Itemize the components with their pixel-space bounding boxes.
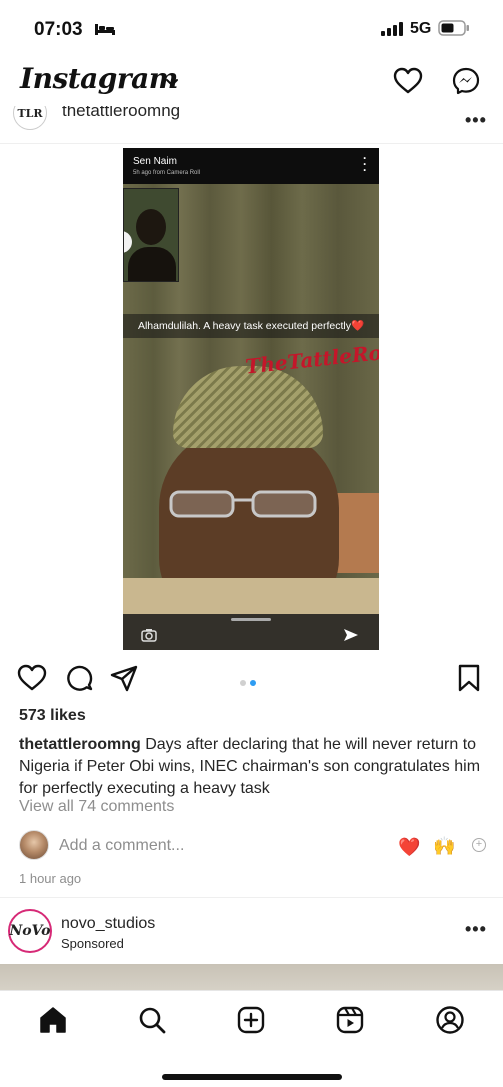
person-glasses bbox=[169, 490, 317, 518]
post-divider bbox=[0, 897, 503, 898]
add-comment-input[interactable]: Add a comment... bbox=[59, 837, 184, 855]
pip-face bbox=[136, 209, 166, 245]
likes-count[interactable]: 573 likes bbox=[19, 707, 86, 725]
sleep-mode-icon bbox=[94, 22, 116, 41]
send-arrow-icon bbox=[343, 628, 359, 647]
quick-reaction-heart[interactable]: ❤️ bbox=[398, 837, 420, 858]
chevron-down-icon[interactable] bbox=[165, 75, 179, 93]
more-options-icon[interactable]: ••• bbox=[465, 110, 487, 131]
user-avatar bbox=[19, 830, 49, 860]
post-media[interactable]: Sen Naim 5h ago from Camera Roll · · · Alh… bbox=[0, 144, 503, 652]
post-header: TLR thetattleroomng ••• bbox=[0, 106, 503, 144]
more-options-icon[interactable]: ••• bbox=[465, 919, 487, 940]
instagram-logo[interactable]: Instagram bbox=[20, 62, 178, 95]
signal-strength-icon bbox=[381, 22, 405, 41]
sponsored-label: Sponsored bbox=[61, 936, 124, 951]
sponsor-avatar[interactable]: NoVo bbox=[8, 909, 52, 953]
reels-icon[interactable] bbox=[335, 1005, 365, 1035]
screenshot-bottom-bar bbox=[123, 614, 379, 650]
home-icon[interactable] bbox=[38, 1005, 68, 1035]
post-timestamp: 1 hour ago bbox=[19, 871, 82, 886]
home-indicator bbox=[162, 1074, 342, 1080]
comment-bubble-icon[interactable] bbox=[65, 664, 93, 697]
profile-icon[interactable] bbox=[435, 1005, 465, 1035]
post-actions bbox=[0, 660, 503, 700]
add-comment-row: Add a comment... ❤️ 🙌 + bbox=[0, 828, 503, 864]
avatar-text: TLR bbox=[17, 106, 43, 120]
pip-body bbox=[128, 247, 176, 281]
notifications-heart-icon[interactable] bbox=[393, 67, 423, 100]
view-all-comments-link[interactable]: View all 74 comments bbox=[19, 798, 174, 816]
screenshot-image: Sen Naim 5h ago from Camera Roll · · · Alh… bbox=[123, 148, 379, 650]
carousel-indicator bbox=[240, 673, 260, 691]
like-heart-icon[interactable] bbox=[17, 664, 47, 697]
share-paper-plane-icon[interactable] bbox=[110, 664, 138, 697]
screenshot-subtitle: 5h ago from Camera Roll bbox=[133, 170, 201, 176]
add-reaction-icon[interactable]: + bbox=[472, 838, 486, 852]
camera-icon bbox=[141, 628, 157, 647]
search-icon[interactable] bbox=[137, 1005, 167, 1035]
quick-reaction-hands[interactable]: 🙌 bbox=[433, 836, 455, 857]
carousel-dot bbox=[240, 680, 246, 686]
sponsor-username[interactable]: novo_studios bbox=[61, 915, 155, 933]
screenshot-topbar: Sen Naim 5h ago from Camera Roll · · · bbox=[123, 148, 379, 184]
post-username[interactable]: thetattleroomng bbox=[62, 106, 180, 121]
screenshot-sender: Sen Naim bbox=[133, 156, 177, 167]
save-bookmark-icon[interactable] bbox=[458, 664, 480, 697]
bottom-navigation bbox=[0, 990, 503, 1087]
screenshot-menu-icon: · · · bbox=[363, 151, 367, 177]
battery-icon bbox=[438, 20, 470, 41]
post-avatar[interactable]: TLR bbox=[13, 106, 47, 130]
app-header: Instagram bbox=[0, 58, 503, 106]
status-time: 07:03 bbox=[34, 19, 83, 40]
caption-username[interactable]: thetattleroomng bbox=[19, 736, 141, 753]
sponsored-post-header: NoVo novo_studios Sponsored ••• bbox=[0, 905, 503, 961]
pip-video bbox=[123, 188, 179, 282]
post-caption: thetattleroomng Days after declaring tha… bbox=[19, 734, 489, 800]
carousel-dot-active bbox=[250, 680, 256, 686]
create-post-icon[interactable] bbox=[236, 1005, 266, 1035]
screenshot-caption: Alhamdulilah. A heavy task executed perf… bbox=[123, 314, 379, 338]
sponsor-avatar-text: NoVo bbox=[9, 923, 51, 939]
pip-handle bbox=[124, 231, 132, 253]
drag-handle bbox=[231, 618, 271, 621]
sponsored-media-preview[interactable] bbox=[0, 964, 503, 990]
messenger-icon[interactable] bbox=[452, 67, 480, 100]
network-type: 5G bbox=[410, 20, 432, 37]
status-bar: 07:03 5G bbox=[0, 0, 503, 58]
